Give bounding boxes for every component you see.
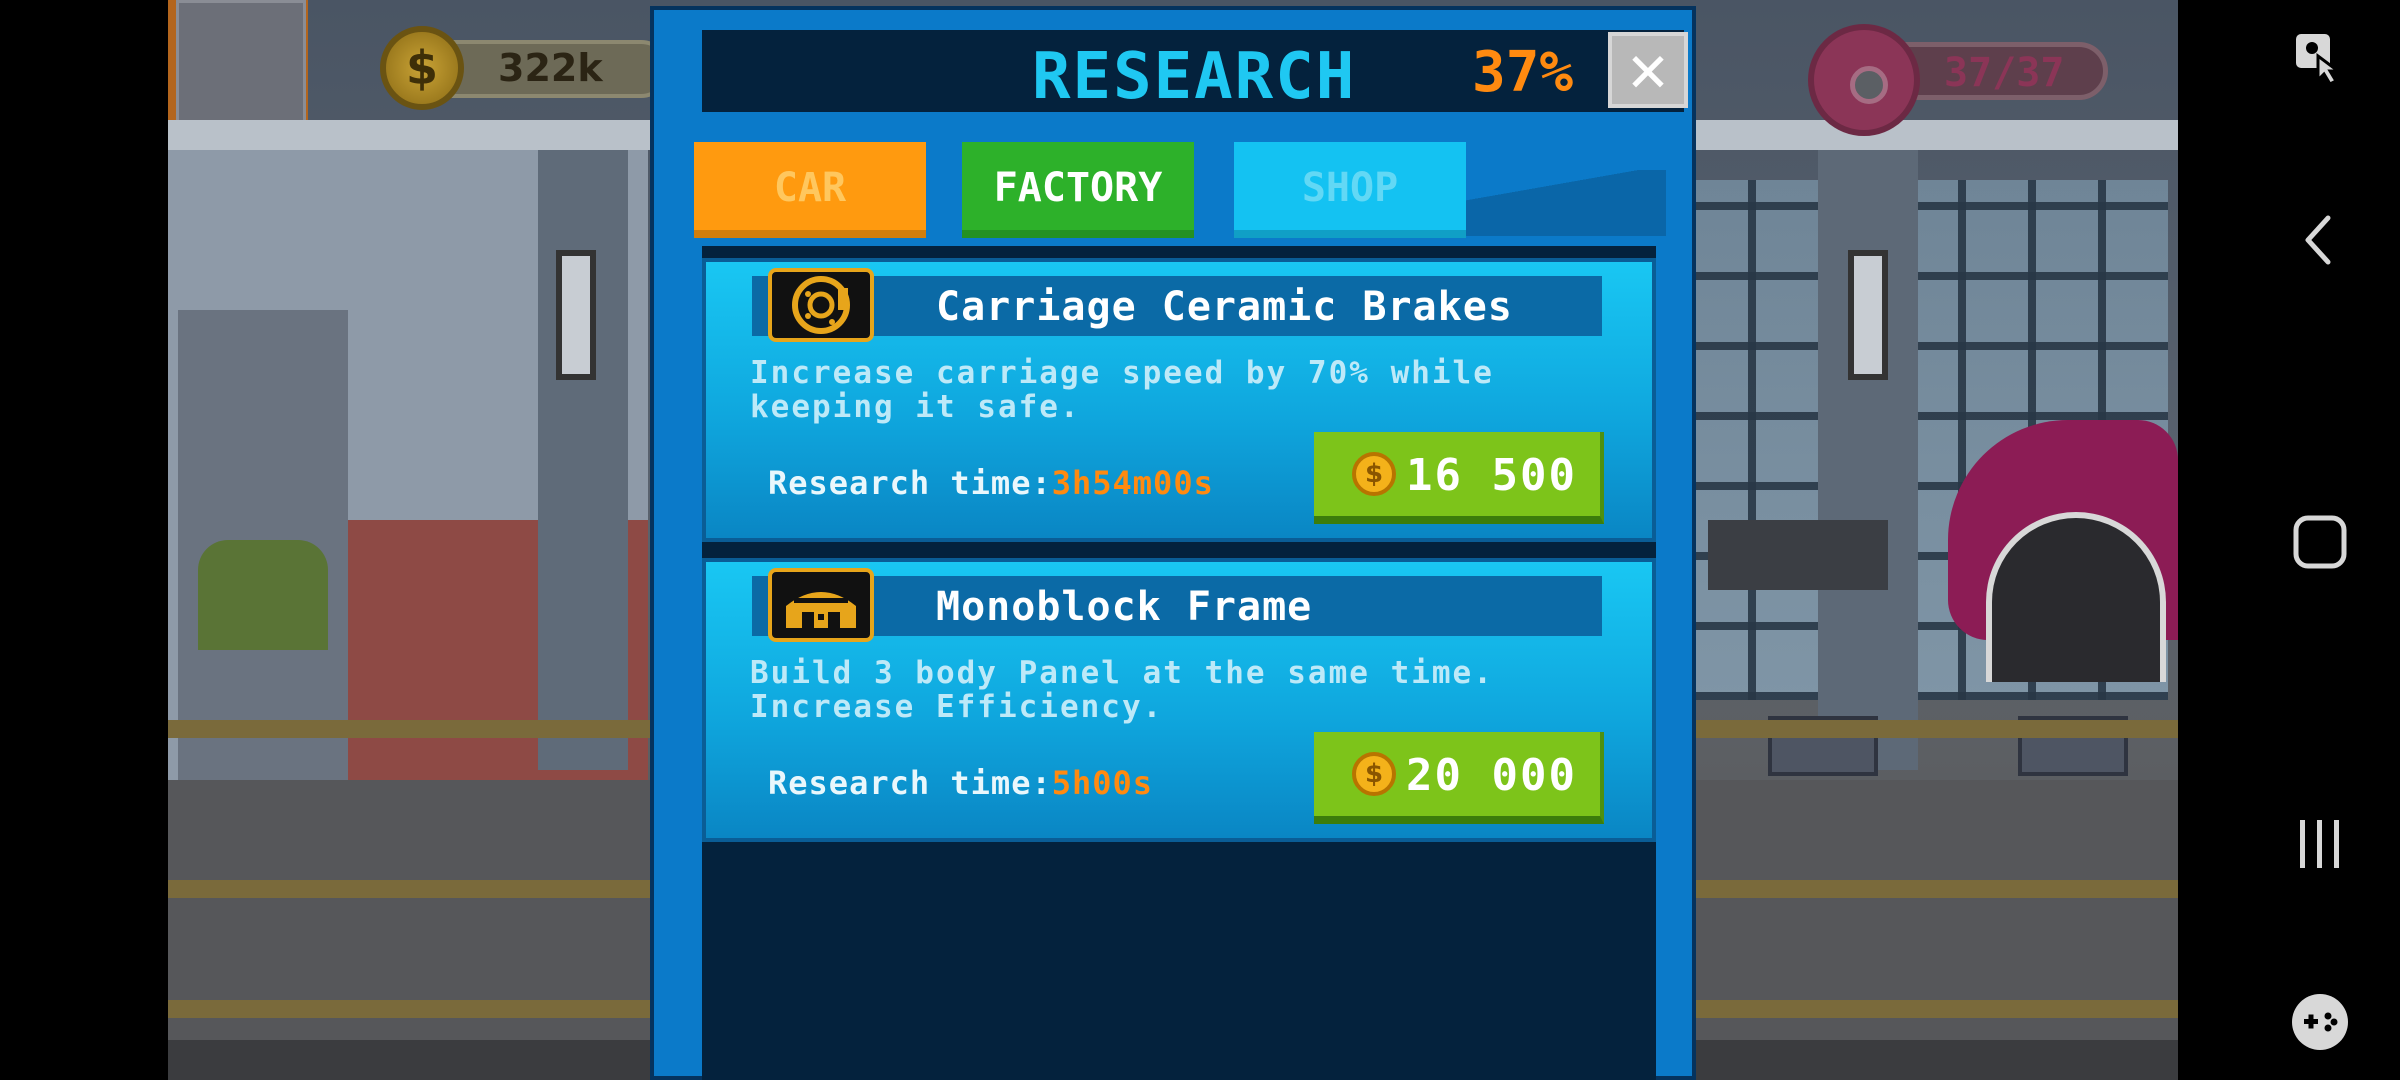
research-time: Research time:3h54m00s	[768, 464, 1214, 502]
research-time-label: Research time:	[768, 464, 1052, 502]
recents-icon[interactable]	[2290, 814, 2350, 874]
pink-car-wheel-arch	[1986, 512, 2166, 682]
brake-disc-icon	[768, 268, 874, 342]
worker-avatar-slot[interactable]	[176, 0, 306, 136]
research-header: RESEARCH 37%	[702, 30, 1684, 114]
coin-icon: $	[1352, 452, 1396, 496]
donut-icon	[1808, 24, 1920, 136]
research-progress-percent: 37%	[1472, 40, 1574, 105]
research-time-value: 3h54m00s	[1051, 464, 1214, 502]
donut-counter[interactable]: 37/37	[1808, 22, 2138, 136]
research-item-carriage-ceramic-brakes: Carriage Ceramic Brakes Increase carriag…	[702, 258, 1656, 542]
research-time: Research time:5h00s	[768, 764, 1153, 802]
research-title: RESEARCH	[1032, 40, 1357, 114]
close-icon: ✕	[1628, 30, 1668, 107]
coin-icon: $	[1352, 752, 1396, 796]
research-item-title: Monoblock Frame	[936, 584, 1313, 630]
research-buy-button[interactable]: $ 20 000	[1314, 732, 1604, 824]
donut-amount: 37/37	[1944, 50, 2065, 96]
coin-counter[interactable]: $ 322k	[380, 26, 670, 112]
system-nav-bar	[2178, 0, 2400, 1080]
research-time-label: Research time:	[768, 764, 1052, 802]
research-price: 20 000	[1406, 750, 1577, 801]
research-price: 16 500	[1406, 450, 1577, 501]
tab-factory[interactable]: FACTORY	[962, 142, 1194, 238]
monoblock-frame-icon	[768, 568, 874, 642]
right-pillar	[1818, 150, 1918, 770]
right-lamp	[1848, 250, 1888, 380]
left-pillar	[538, 150, 628, 770]
factory-machine	[1708, 520, 1888, 590]
screenshot-touch-icon[interactable]	[2290, 28, 2350, 88]
research-time-value: 5h00s	[1051, 764, 1154, 802]
research-item-monoblock-frame: Monoblock Frame Build 3 body Panel at th…	[702, 558, 1656, 842]
research-item-title: Carriage Ceramic Brakes	[936, 284, 1513, 330]
game-tools-icon[interactable]	[2290, 992, 2350, 1052]
tab-shop-label: SHOP	[1301, 165, 1399, 211]
research-panel: RESEARCH 37% ✕ CAR FACTORY SHOP Carriage…	[650, 6, 1696, 1080]
back-icon[interactable]	[2290, 210, 2350, 270]
tab-bar-decoration	[1466, 170, 1666, 236]
left-lamp	[556, 250, 596, 380]
research-buy-button[interactable]: $ 16 500	[1314, 432, 1604, 524]
tab-car[interactable]: CAR	[694, 142, 926, 238]
research-item-description: Build 3 body Panel at the same time. Inc…	[750, 655, 1494, 725]
tab-shop[interactable]: SHOP	[1234, 142, 1466, 238]
close-button[interactable]: ✕	[1608, 32, 1688, 108]
green-bush	[198, 540, 328, 650]
coin-amount: 322k	[498, 46, 603, 90]
tab-car-label: CAR	[773, 165, 847, 211]
tab-factory-label: FACTORY	[993, 165, 1163, 211]
home-icon[interactable]	[2290, 512, 2350, 572]
dollar-coin-icon: $	[380, 26, 464, 110]
research-item-description: Increase carriage speed by 70% while kee…	[750, 355, 1494, 425]
